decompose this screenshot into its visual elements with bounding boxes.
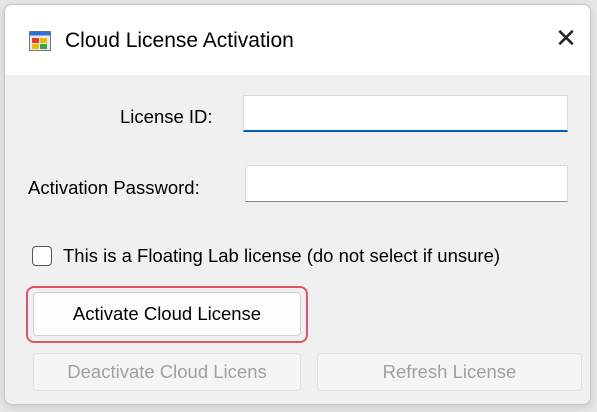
floating-lab-checkbox-label[interactable]: This is a Floating Lab license (do not s… xyxy=(63,244,500,268)
close-button[interactable]: ✕ xyxy=(548,21,584,57)
license-id-input[interactable] xyxy=(243,95,568,132)
windows-app-icon xyxy=(29,31,51,51)
activation-password-input[interactable] xyxy=(245,165,568,202)
floating-lab-checkbox[interactable] xyxy=(32,246,52,266)
activate-cloud-license-button[interactable]: Activate Cloud License xyxy=(33,292,301,336)
activation-password-label: Activation Password: xyxy=(28,177,200,198)
deactivate-cloud-license-button[interactable]: Deactivate Cloud Licens xyxy=(33,353,301,391)
title-bar: Cloud License Activation ✕ xyxy=(5,5,590,75)
license-id-label: License ID: xyxy=(120,106,213,127)
refresh-license-button[interactable]: Refresh License xyxy=(317,353,582,391)
refresh-button-label: Refresh License xyxy=(382,361,517,382)
window-title: Cloud License Activation xyxy=(65,29,294,52)
activate-button-label: Activate Cloud License xyxy=(72,303,262,324)
deactivate-button-label: Deactivate Cloud Licens xyxy=(67,361,267,382)
close-icon: ✕ xyxy=(555,24,577,54)
cloud-license-activation-dialog: Cloud License Activation ✕ License ID: A… xyxy=(4,4,591,405)
